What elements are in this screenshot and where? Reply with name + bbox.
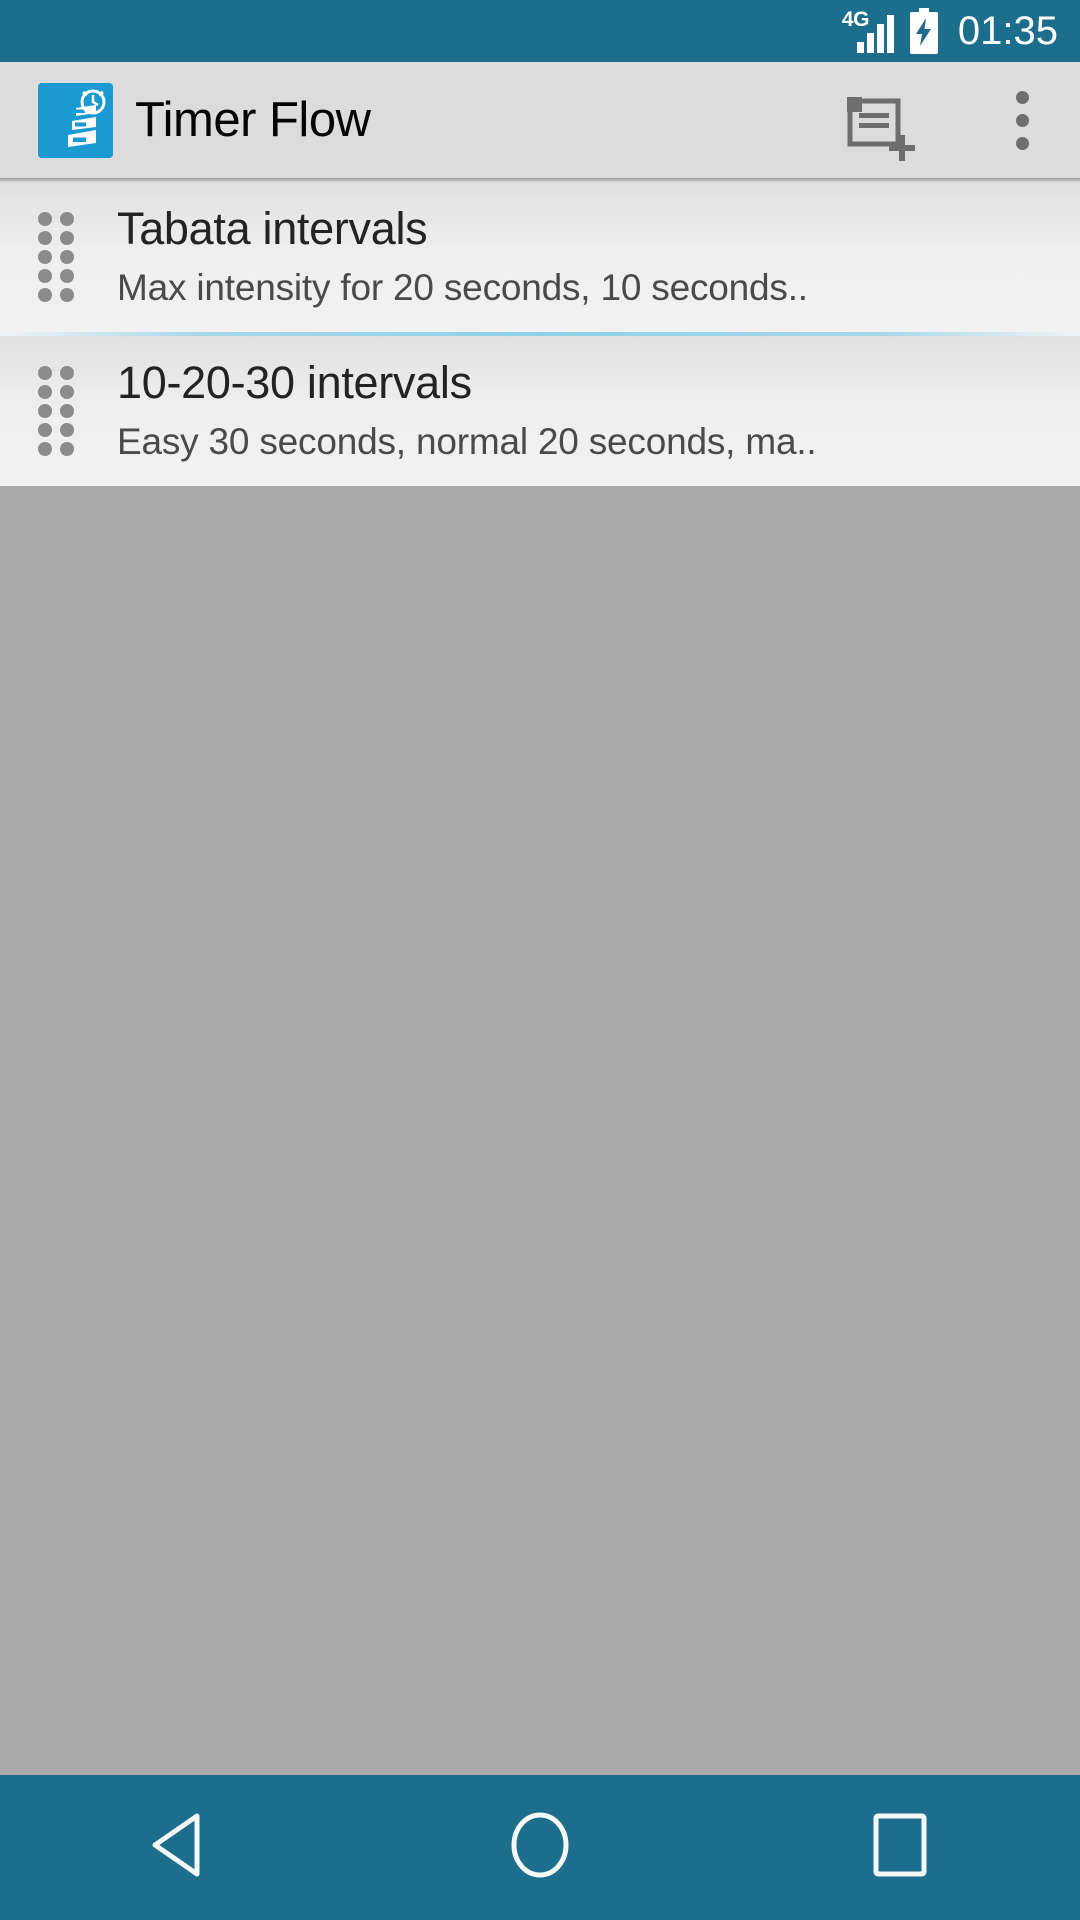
- signal-icon: 4G: [842, 9, 894, 53]
- nav-recents-button[interactable]: [800, 1775, 1000, 1920]
- signal-bars-icon: [856, 13, 894, 53]
- list-item-title: 10-20-30 intervals: [117, 357, 472, 408]
- drag-handle-icon[interactable]: [38, 366, 88, 456]
- battery-charging-icon: [908, 8, 940, 54]
- overflow-menu-button[interactable]: [964, 62, 1080, 178]
- status-bar-right-cluster: 4G 01:35: [842, 8, 1058, 54]
- back-triangle-icon: [141, 1806, 219, 1889]
- list-item-text: 10-20-30 intervals Easy 30 seconds, norm…: [117, 356, 1080, 466]
- phone-screen: 4G 01:35 Timer Flow Tabata intervals Max…: [0, 0, 1080, 1920]
- app-bar-actions: [822, 62, 1080, 178]
- recents-square-icon: [861, 1806, 939, 1889]
- list-item-title: Tabata intervals: [117, 203, 428, 254]
- home-circle-icon: [501, 1806, 579, 1889]
- timer-flow-app-icon: [38, 82, 113, 158]
- status-bar-clock: 01:35: [957, 9, 1058, 53]
- nav-home-button[interactable]: [440, 1775, 640, 1920]
- list-item[interactable]: 10-20-30 intervals Easy 30 seconds, norm…: [0, 336, 1080, 486]
- nav-back-button[interactable]: [80, 1775, 280, 1920]
- list-item-text: Tabata intervals Max intensity for 20 se…: [117, 202, 1080, 312]
- list-item-subtitle: Max intensity for 20 seconds, 10 seconds…: [117, 267, 808, 308]
- status-bar: 4G 01:35: [0, 0, 1080, 62]
- list-item-subtitle: Easy 30 seconds, normal 20 seconds, ma..: [117, 421, 817, 462]
- note-add-icon: [837, 75, 923, 166]
- empty-content-area: [0, 590, 1080, 1775]
- add-timer-button[interactable]: [822, 62, 938, 178]
- more-vert-icon: [1015, 90, 1029, 150]
- timer-list: Tabata intervals Max intensity for 20 se…: [0, 182, 1080, 486]
- app-bar: Timer Flow: [0, 62, 1080, 178]
- list-item[interactable]: Tabata intervals Max intensity for 20 se…: [0, 182, 1080, 332]
- page-title: Timer Flow: [135, 93, 371, 147]
- system-navigation-bar: [0, 1775, 1080, 1920]
- drag-handle-icon[interactable]: [38, 212, 88, 302]
